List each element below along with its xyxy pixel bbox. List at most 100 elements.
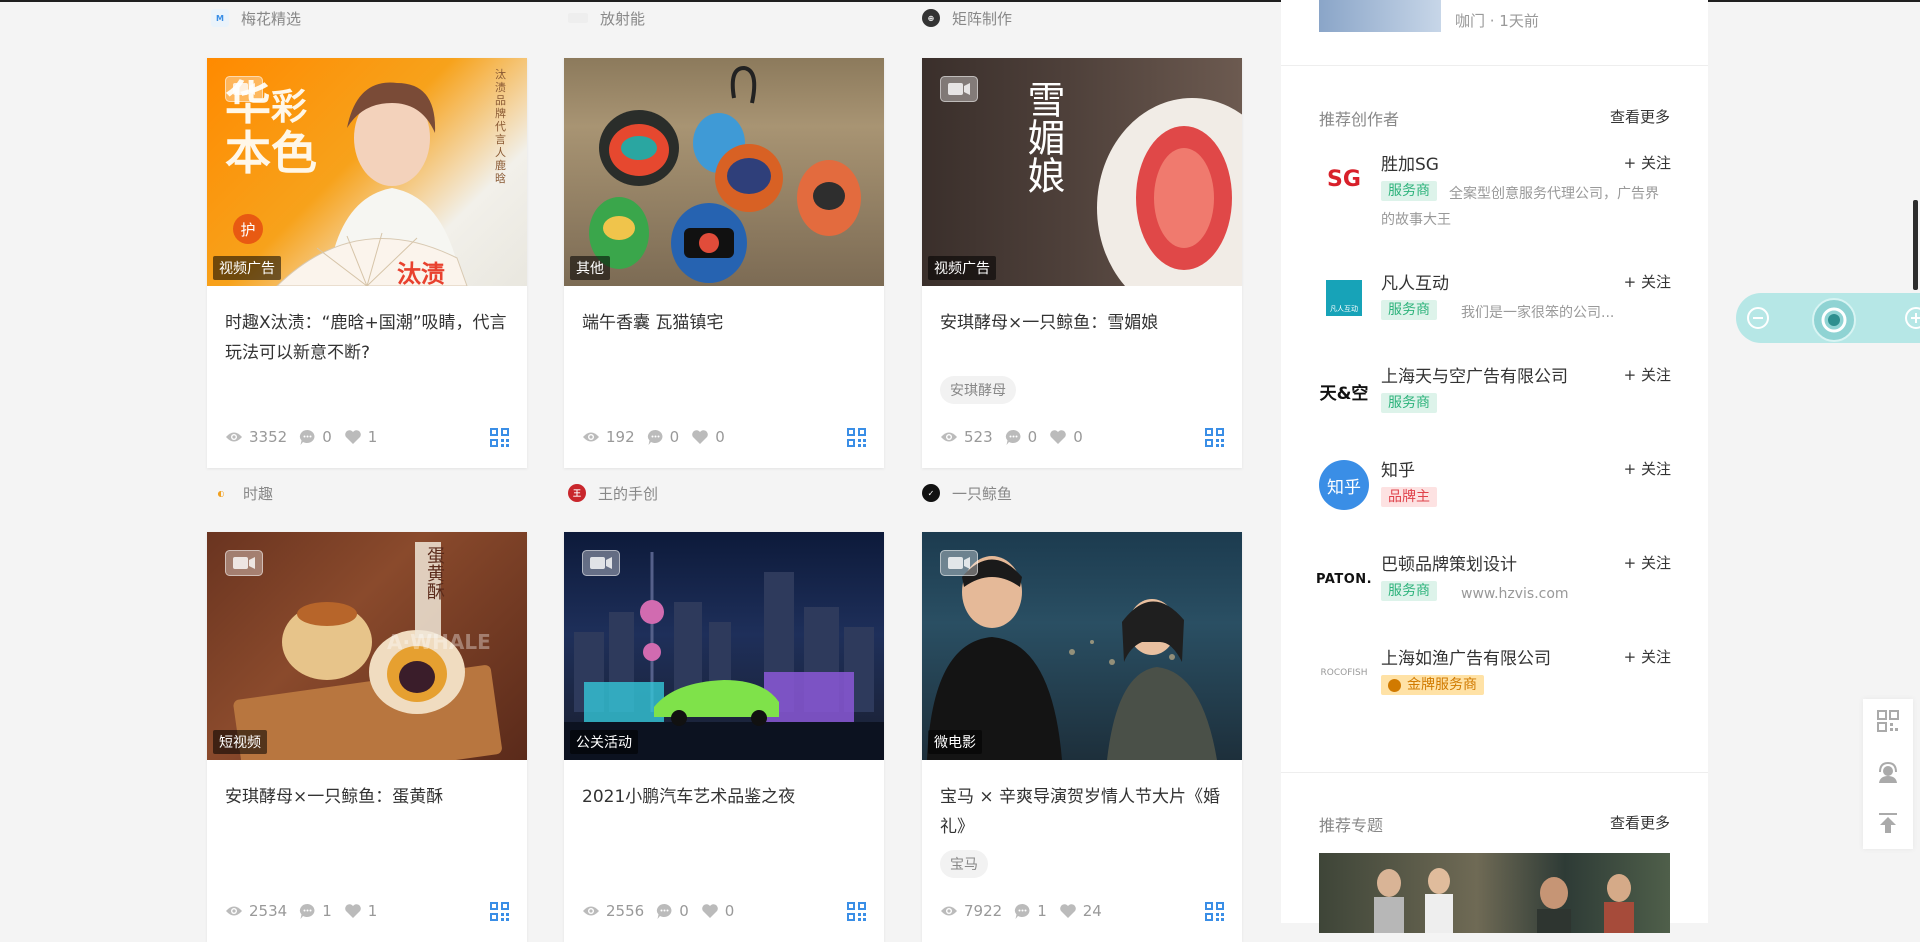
- topics-more-link[interactable]: 查看更多: [1610, 812, 1670, 833]
- card-thumbnail[interactable]: 公关活动: [564, 532, 884, 760]
- comments-stat: 1: [299, 902, 332, 920]
- gold-medal-icon: [1388, 678, 1401, 692]
- comments-stat: 0: [299, 428, 332, 446]
- zoom-out-icon[interactable]: [1746, 306, 1770, 330]
- creator-badge: 服务商: [1381, 581, 1437, 601]
- category-tag: 视频广告: [928, 256, 996, 280]
- creator-name[interactable]: 知乎: [1381, 456, 1415, 481]
- video-camera-icon: [940, 550, 978, 576]
- follow-button[interactable]: + 关注: [1624, 646, 1671, 667]
- article-card[interactable]: 蛋黄酥 A·WHALE 短视频 安琪酵母×一只鲸鱼：蛋黄酥 2534 1 1: [207, 532, 527, 942]
- card-title[interactable]: 端午香囊 瓦猫镇宅: [582, 308, 866, 338]
- topic-chip[interactable]: 安琪酵母: [940, 376, 1016, 404]
- article-card[interactable]: 微电影 宝马 × 辛爽导演贺岁情人节大片《婚礼》 宝马 7922 1 24: [922, 532, 1242, 942]
- category-tag: 公关活动: [570, 730, 638, 754]
- card-thumbnail[interactable]: 微电影: [922, 532, 1242, 760]
- follow-button[interactable]: + 关注: [1624, 552, 1671, 573]
- author-name: 王的手创: [598, 484, 659, 503]
- creator-name[interactable]: 上海天与空广告有限公司: [1381, 362, 1568, 387]
- likes-stat[interactable]: 0: [1049, 428, 1083, 446]
- topics-section-title: 推荐专题: [1319, 816, 1384, 835]
- creators-section-title: 推荐创作者: [1319, 110, 1400, 129]
- qr-code-icon[interactable]: [1876, 709, 1900, 733]
- card-thumbnail[interactable]: 其他: [564, 58, 884, 286]
- back-to-top-icon[interactable]: [1876, 811, 1900, 835]
- likes-stat[interactable]: 0: [701, 902, 734, 920]
- topic-thumbnail[interactable]: [1319, 853, 1670, 933]
- author-wangdeshouchuang[interactable]: 王 王的手创: [568, 482, 658, 504]
- author-avatar: ⊕: [922, 9, 940, 27]
- author-meihua[interactable]: M 梅花精选: [211, 7, 301, 29]
- article-card[interactable]: 公关活动 2021小鹏汽车艺术品鉴之夜 2556 0 0: [564, 532, 884, 942]
- likes-stat[interactable]: 24: [1059, 902, 1102, 920]
- brand-calligraphy: 雪媚娘: [1021, 80, 1065, 194]
- zoom-reset-button[interactable]: [1812, 298, 1856, 342]
- card-title[interactable]: 2021小鹏汽车艺术品鉴之夜: [582, 782, 866, 812]
- floating-toolbar: [1863, 699, 1913, 849]
- creator-badge: 服务商: [1381, 393, 1437, 413]
- card-stats: 2534 1 1: [225, 902, 389, 920]
- creator-name[interactable]: 凡人互动: [1381, 269, 1449, 294]
- creator-name[interactable]: 胜加SG: [1381, 150, 1439, 175]
- topic-chip[interactable]: 宝马: [940, 850, 988, 878]
- creators-more-link[interactable]: 查看更多: [1610, 106, 1670, 127]
- right-sidebar: 咖门 · 1天前 推荐创作者 查看更多 SG 胜加SG + 关注 服务商 全案型…: [1281, 0, 1708, 933]
- card-title[interactable]: 安琪酵母×一只鲸鱼：雪媚娘: [940, 308, 1224, 338]
- eye-icon: [583, 906, 599, 916]
- scrollbar-thumb[interactable]: [1913, 200, 1918, 290]
- author-juzhen[interactable]: ⊕ 矩阵制作: [922, 7, 1012, 29]
- card-thumbnail[interactable]: 雪媚娘 视频广告: [922, 58, 1242, 286]
- author-fangsheneng[interactable]: 放射能: [568, 7, 645, 29]
- divider: [1281, 772, 1708, 773]
- category-tag: 微电影: [928, 730, 982, 754]
- qr-code-icon[interactable]: [490, 428, 509, 447]
- creator-logo[interactable]: 知乎: [1319, 460, 1369, 510]
- qr-code-icon[interactable]: [847, 902, 866, 921]
- comment-icon: [647, 429, 663, 445]
- heart-icon: [1059, 904, 1076, 918]
- comment-icon: [300, 903, 315, 919]
- creator-logo[interactable]: 凡人互动: [1319, 273, 1369, 323]
- video-camera-icon: [225, 76, 263, 102]
- card-title[interactable]: 安琪酵母×一只鲸鱼：蛋黄酥: [225, 782, 509, 812]
- divider: [1281, 65, 1708, 66]
- card-thumbnail[interactable]: 蛋黄酥 A·WHALE 短视频: [207, 532, 527, 760]
- qr-code-icon[interactable]: [490, 902, 509, 921]
- zoom-in-icon[interactable]: [1904, 306, 1920, 330]
- creator-logo[interactable]: ROCOFISH: [1319, 648, 1369, 698]
- article-card[interactable]: 雪媚娘 视频广告 安琪酵母×一只鲸鱼：雪媚娘 安琪酵母 523 0 0: [922, 58, 1242, 468]
- likes-stat[interactable]: 1: [344, 428, 377, 446]
- creator-name[interactable]: 上海如渔广告有限公司: [1381, 644, 1551, 669]
- qr-code-icon[interactable]: [1205, 902, 1224, 921]
- follow-button[interactable]: + 关注: [1624, 152, 1671, 173]
- author-shiqu[interactable]: ◐ 时趣: [211, 482, 274, 504]
- card-title[interactable]: 宝马 × 辛爽导演贺岁情人节大片《婚礼》: [940, 782, 1224, 842]
- card-stats: 3352 0 1: [225, 428, 389, 446]
- qr-code-icon[interactable]: [847, 428, 866, 447]
- creator-logo[interactable]: PATON.: [1316, 554, 1372, 604]
- follow-button[interactable]: + 关注: [1624, 364, 1671, 385]
- author-yizhijingyu[interactable]: ✓ 一只鲸鱼: [922, 482, 1012, 504]
- qr-code-icon[interactable]: [1205, 428, 1224, 447]
- creator-logo[interactable]: 天&空: [1319, 366, 1369, 416]
- creator-logo[interactable]: SG: [1319, 154, 1369, 204]
- likes-stat[interactable]: 1: [344, 902, 377, 920]
- zoom-widget: [1736, 293, 1920, 343]
- author-name: 放射能: [600, 9, 646, 28]
- headset-icon[interactable]: [1876, 761, 1900, 785]
- creator-name[interactable]: 巴顿品牌策划设计: [1381, 550, 1517, 575]
- follow-button[interactable]: + 关注: [1624, 271, 1671, 292]
- follow-button[interactable]: + 关注: [1624, 458, 1671, 479]
- magnifier-icon: [1821, 307, 1847, 333]
- recommended-article-thumbnail[interactable]: [1319, 0, 1441, 32]
- likes-stat[interactable]: 0: [691, 428, 725, 446]
- card-thumbnail[interactable]: 华彩 本色 护 汰渍 汰渍品牌代言人 鹿晗 视频广告: [207, 58, 527, 286]
- card-title[interactable]: 时趣X汰渍：“鹿晗+国潮”吸睛，代言玩法可以新意不断?: [225, 308, 509, 368]
- views-stat: 192: [582, 428, 635, 446]
- author-name: 梅花精选: [241, 9, 302, 28]
- comment-icon: [657, 903, 672, 919]
- article-card[interactable]: 华彩 本色 护 汰渍 汰渍品牌代言人 鹿晗 视频广告 时趣X汰渍：“鹿晗+国潮”…: [207, 58, 527, 468]
- article-card[interactable]: 其他 端午香囊 瓦猫镇宅 192 0 0: [564, 58, 884, 468]
- author-name: 一只鲸鱼: [952, 484, 1013, 503]
- author-avatar: [568, 13, 588, 23]
